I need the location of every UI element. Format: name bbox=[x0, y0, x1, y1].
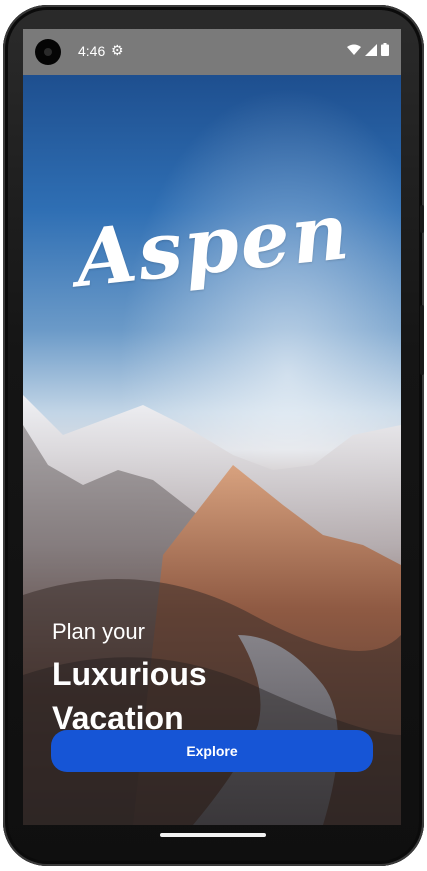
battery-icon bbox=[381, 43, 389, 56]
power-button bbox=[420, 305, 424, 375]
app-screen: 4:46 ⚙ Aspen Plan your Luxurious Vacatio… bbox=[23, 29, 401, 825]
headline: Luxurious Vacation bbox=[52, 652, 207, 740]
front-camera-icon bbox=[35, 39, 61, 65]
home-indicator[interactable] bbox=[160, 833, 266, 837]
status-bar: 4:46 ⚙ bbox=[23, 29, 401, 75]
headline-line-1: Luxurious bbox=[52, 656, 207, 692]
gear-icon: ⚙ bbox=[111, 42, 124, 58]
status-time: 4:46 bbox=[78, 43, 106, 59]
signal-icon bbox=[365, 43, 377, 56]
explore-button[interactable]: Explore bbox=[51, 730, 373, 772]
volume-button bbox=[420, 205, 424, 233]
status-icons bbox=[347, 43, 389, 56]
wifi-icon bbox=[347, 44, 361, 55]
tagline: Plan your bbox=[52, 619, 145, 644]
explore-button-label: Explore bbox=[186, 743, 238, 759]
